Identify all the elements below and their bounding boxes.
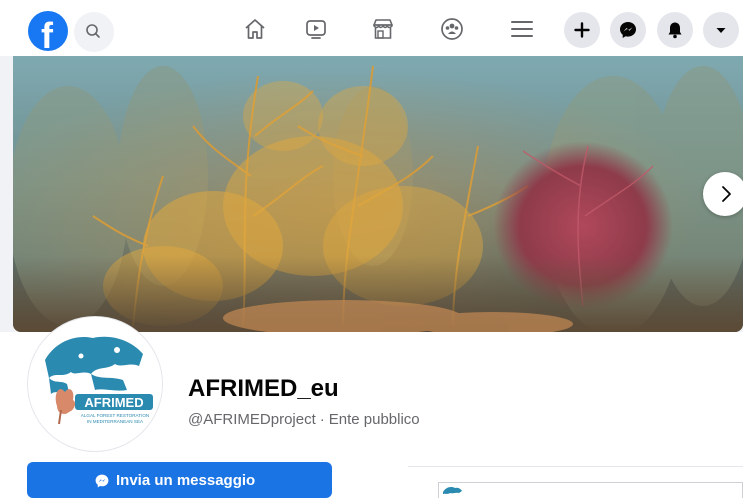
marketplace-icon [373,19,393,39]
caret-down-icon [716,28,726,33]
cover-photo-image [13,56,743,332]
groups-icon [441,18,463,40]
send-message-button[interactable]: Invia un messaggio [27,462,332,498]
nav-groups-button[interactable] [430,12,474,48]
chevron-right-icon [722,186,731,202]
post-card-preview[interactable] [438,482,743,498]
watch-video-icon [306,20,326,39]
send-message-label: Invia un messaggio [116,472,256,489]
logo-tagline-1: ALGAL FOREST RESTORATION [81,413,150,418]
create-button[interactable] [564,12,600,48]
page-category[interactable]: Ente pubblico [329,411,420,428]
afrimed-mini-logo [443,487,462,494]
plus-icon [574,22,590,38]
nav-watch-button[interactable] [294,12,338,48]
notifications-button[interactable] [657,12,693,48]
top-navigation-bar: f [0,0,743,56]
search-button[interactable] [74,12,114,52]
profile-picture[interactable]: AFRIMED ALGAL FOREST RESTORATION IN MEDI… [28,317,162,451]
cover-photo[interactable] [13,56,743,332]
messenger-icon [95,474,109,487]
account-menu-button[interactable] [703,12,739,48]
logo-wordmark: AFRIMED [84,395,143,410]
nav-menu-button[interactable] [500,12,544,48]
cover-next-button[interactable] [703,172,743,216]
afrimed-logo: AFRIMED ALGAL FOREST RESTORATION IN MEDI… [31,320,159,448]
home-icon [245,19,265,39]
subtitle-separator: · [319,411,325,428]
search-icon [86,24,100,38]
bell-icon [668,22,682,39]
page-handle: @AFRIMEDproject [188,411,316,428]
section-divider [408,466,743,467]
messenger-button[interactable] [610,12,646,48]
nav-home-button[interactable] [233,12,277,48]
page-title: AFRIMED_eu [188,375,339,402]
messenger-icon [620,22,636,38]
logo-tagline-2: IN MEDITERRANEAN SEA [87,419,144,424]
menu-icon [511,21,533,37]
facebook-logo-icon[interactable]: f [28,11,68,51]
page-subtitle: @AFRIMEDproject · Ente pubblico [188,411,420,428]
nav-marketplace-button[interactable] [361,12,405,48]
